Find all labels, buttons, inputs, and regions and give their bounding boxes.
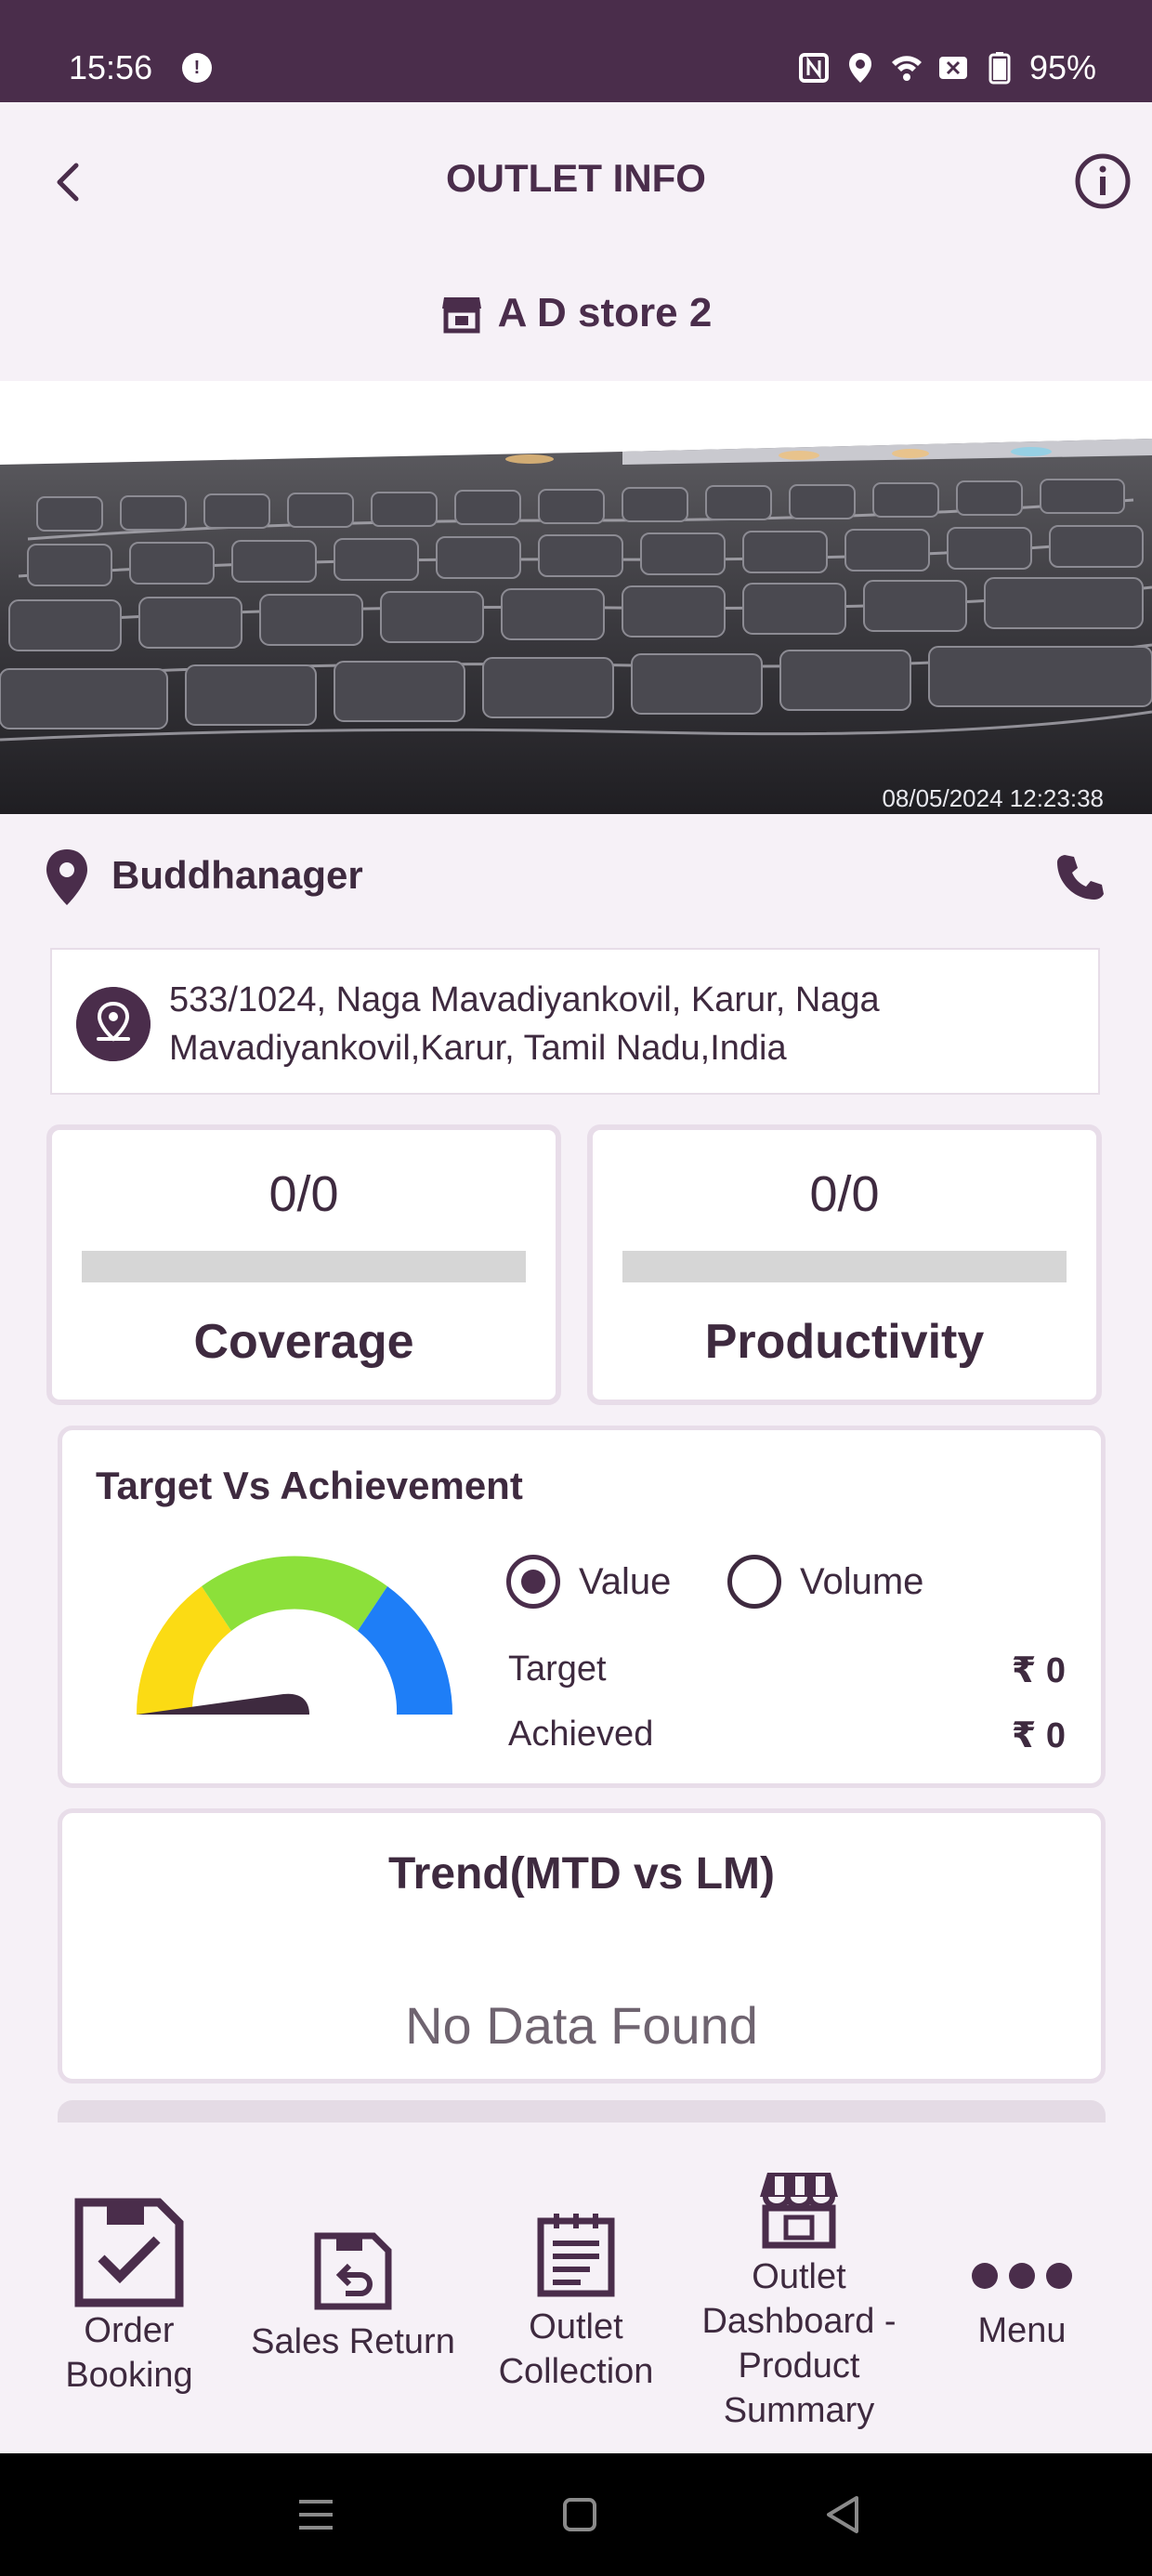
system-back-icon[interactable]	[816, 2487, 871, 2543]
nav-order-booking-label: Order Booking	[65, 2311, 193, 2395]
battery-percent: 95%	[1028, 48, 1096, 86]
volume-radio-unselected-icon	[727, 1555, 781, 1609]
target-vs-achievement-title: Target Vs Achievement	[96, 1464, 523, 1507]
nav-sales-return[interactable]: Sales Return	[243, 2232, 463, 2364]
sales-return-icon	[314, 2232, 392, 2310]
next-card-edge	[58, 2100, 1106, 2123]
system-navigation-bar	[0, 2453, 1152, 2576]
nav-menu-label: Menu	[977, 2311, 1067, 2350]
status-time: 15:56	[69, 48, 153, 86]
bottom-nav: Order Booking Sales Return Outlet Collec…	[0, 2123, 1152, 2453]
nav-outlet-dashboard-label: Outlet Dashboard -Product Summary	[701, 2257, 897, 2430]
outlet-dashboard-icon	[760, 2173, 838, 2249]
order-booking-icon	[74, 2198, 184, 2307]
no-data-message: No Data Found	[405, 1996, 758, 2055]
store-name: A D store 2	[497, 290, 713, 335]
phone-call-button[interactable]	[1052, 849, 1107, 905]
coverage-card[interactable]: 0/0 Coverage	[46, 1124, 561, 1405]
photo-timestamp: 08/05/2024 12:23:38	[882, 784, 1104, 812]
nav-outlet-collection-label: Outlet Collection	[498, 2307, 654, 2391]
outlet-photo[interactable]: 08/05/2024 12:23:38	[0, 381, 1152, 814]
location-row: Buddhanager	[0, 836, 1152, 920]
target-label: Target	[508, 1649, 607, 1689]
keyboard-photo-image: 08/05/2024 12:23:38	[0, 381, 1152, 814]
value-radio-label: Value	[579, 1560, 672, 1602]
target-vs-achievement-card: Target Vs Achievement Value Volume Targe…	[58, 1426, 1106, 1788]
recent-apps-icon[interactable]	[288, 2487, 344, 2543]
status-icons: 95%	[797, 48, 1096, 87]
achieved-value: ₹ 0	[1011, 1716, 1066, 1755]
store-icon	[441, 297, 481, 334]
dnd-icon: !	[182, 53, 212, 83]
app-bar: OUTLET INFO A D store 2	[0, 102, 1152, 381]
nav-outlet-collection[interactable]: Outlet Collection	[481, 2212, 671, 2394]
outlet-collection-icon	[537, 2214, 615, 2297]
location-name: Buddhanager	[111, 853, 363, 897]
value-radio-selected-icon	[506, 1555, 560, 1609]
target-value: ₹ 0	[1011, 1651, 1066, 1690]
home-icon[interactable]	[552, 2487, 608, 2543]
productivity-label: Productivity	[704, 1315, 985, 1369]
nav-menu[interactable]: Menu	[929, 2260, 1115, 2353]
coverage-value: 0/0	[268, 1166, 339, 1222]
productivity-card[interactable]: 0/0 Productivity	[587, 1124, 1102, 1405]
coverage-label: Coverage	[193, 1315, 414, 1369]
address-card: 533/1024, Naga Mavadiyankovil, Karur, Na…	[50, 948, 1100, 1095]
nav-sales-return-label: Sales Return	[251, 2322, 455, 2361]
volume-radio-label: Volume	[800, 1560, 924, 1602]
productivity-value: 0/0	[809, 1166, 880, 1222]
address-text: 533/1024, Naga Mavadiyankovil, Karur, Na…	[169, 980, 880, 1068]
nav-outlet-dashboard[interactable]: Outlet Dashboard -Product Summary	[699, 2169, 899, 2433]
store-header: A D store 2	[0, 290, 1152, 336]
more-dots-icon	[972, 2263, 1072, 2289]
nfc-icon	[798, 53, 829, 83]
trend-card: Trend(MTD vs LM) No Data Found	[58, 1808, 1106, 2083]
trend-title: Trend(MTD vs LM)	[388, 1849, 775, 1899]
productivity-progress-bar	[622, 1251, 1067, 1282]
status-bar: 15:56 ! 95%	[0, 0, 1152, 102]
location-pin-icon	[46, 849, 87, 905]
nav-order-booking[interactable]: Order Booking	[48, 2197, 210, 2398]
achievement-gauge	[136, 1556, 453, 1715]
address-location-icon	[76, 987, 151, 1061]
location-icon	[848, 53, 871, 83]
coverage-progress-bar	[82, 1251, 526, 1282]
info-button[interactable]	[1070, 149, 1135, 214]
page-title: OUTLET INFO	[446, 156, 706, 200]
battery-icon	[988, 52, 1011, 85]
value-radio[interactable]: Value	[506, 1555, 671, 1609]
wifi-icon	[891, 56, 922, 81]
volume-radio[interactable]: Volume	[727, 1555, 923, 1609]
sim-no-signal-icon	[938, 57, 967, 79]
achieved-label: Achieved	[508, 1715, 654, 1754]
